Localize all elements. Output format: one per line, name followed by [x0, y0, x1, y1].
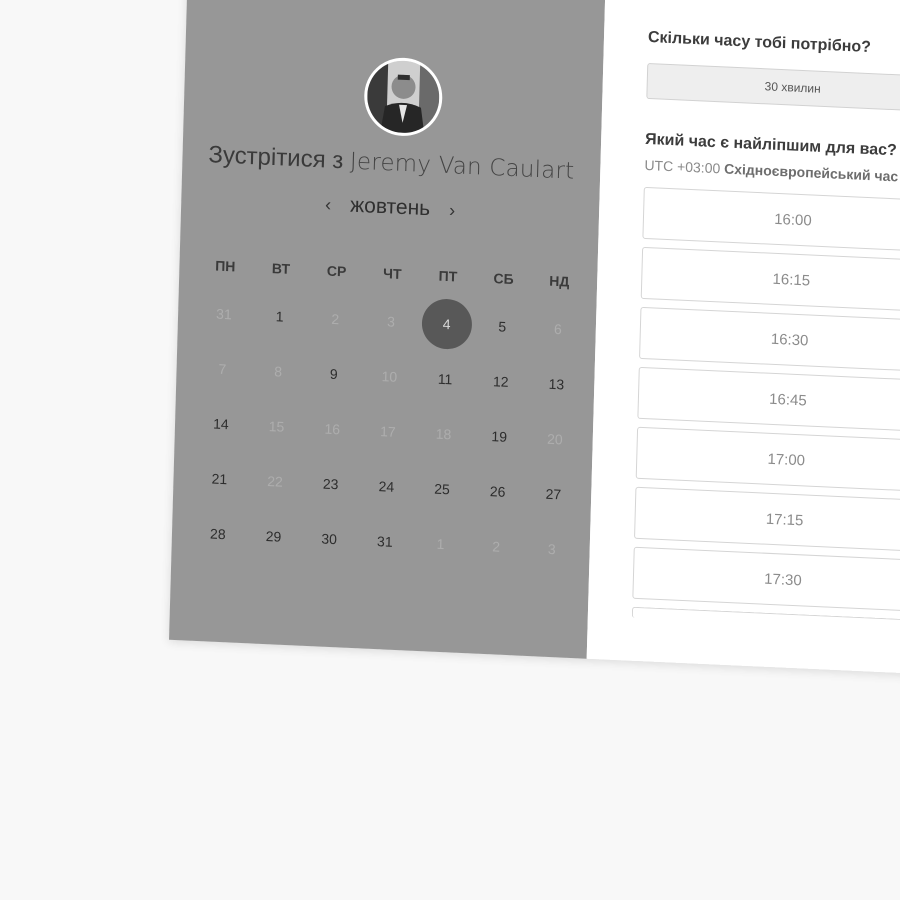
- time-slot-button[interactable]: 17:00: [635, 426, 900, 493]
- calendar-day: 16: [324, 420, 341, 437]
- booking-panel: Скільки часу тобі потрібно? 30 хвилин Як…: [586, 0, 900, 675]
- calendar-panel: Зустрітися з Jeremy Van Caulart ‹ жовтен…: [169, 0, 606, 659]
- calendar-grid: ПН ВТ СР ЧТ ПТ СБ НД 31 1 2 3 4 5 6 7 8 …: [189, 245, 587, 578]
- calendar-day[interactable]: 14: [192, 397, 249, 450]
- time-slot-button[interactable]: 16:15: [640, 246, 900, 313]
- calendar-day: 31: [215, 305, 233, 322]
- weekday-label: СБ: [493, 270, 514, 288]
- duration-question: Скільки часу тобі потрібно?: [647, 28, 872, 57]
- calendar-day: 10: [381, 367, 398, 385]
- calendar-day[interactable]: 12: [472, 355, 529, 408]
- timezone-select[interactable]: UTC +03:00 Східноєвропейський час▼: [644, 157, 900, 185]
- time-slot-button-partial[interactable]: [631, 606, 900, 632]
- host-avatar: [363, 56, 444, 138]
- calendar-day: 18: [435, 425, 452, 442]
- page: Зустрітися з Jeremy Van Caulart ‹ жовтен…: [0, 0, 900, 900]
- calendar-day[interactable]: 21: [191, 452, 248, 505]
- duration-select[interactable]: 30 хвилин: [646, 62, 900, 113]
- booking-card: Зустрітися з Jeremy Van Caulart ‹ жовтен…: [169, 0, 900, 675]
- calendar-day[interactable]: 1: [251, 290, 308, 343]
- calendar-day[interactable]: 25: [414, 462, 471, 515]
- calendar-day: 3: [547, 540, 556, 557]
- calendar-day[interactable]: 5: [474, 300, 531, 353]
- calendar-day: 17: [379, 422, 396, 440]
- time-slot-list: 16:00 16:15 16:30 16:45 17:00 17:15 17:3…: [631, 186, 900, 632]
- chevron-left-icon[interactable]: ‹: [320, 194, 337, 216]
- month-label: жовтень: [349, 193, 431, 221]
- calendar-day[interactable]: 26: [469, 465, 526, 518]
- person-photo-icon: [366, 59, 441, 135]
- calendar-day: 7: [218, 360, 227, 377]
- calendar-day-selected[interactable]: 4: [418, 297, 475, 350]
- weekday-label: ЧТ: [382, 265, 402, 282]
- meet-title: Зустрітися з Jeremy Van Caulart: [182, 140, 600, 187]
- calendar-day[interactable]: 31: [356, 515, 413, 568]
- time-slot-button[interactable]: 16:30: [639, 306, 900, 373]
- timezone-name: Східноєвропейський час: [723, 160, 899, 185]
- calendar-day: 6: [553, 320, 563, 337]
- calendar-day: 2: [492, 537, 501, 555]
- calendar-day: 15: [268, 417, 285, 435]
- calendar-day: 22: [267, 472, 284, 490]
- calendar-day: 3: [386, 312, 396, 330]
- calendar-day[interactable]: 30: [301, 512, 358, 565]
- weekday-label: НД: [549, 272, 570, 290]
- weekday-label: ПН: [215, 257, 236, 275]
- calendar-day[interactable]: 23: [302, 457, 359, 510]
- time-slot-button[interactable]: 16:45: [637, 366, 900, 433]
- calendar-day[interactable]: 19: [471, 410, 528, 463]
- calendar-day[interactable]: 11: [417, 352, 474, 405]
- time-slot-button[interactable]: 17:30: [632, 546, 900, 613]
- meet-title-prefix: Зустрітися з: [208, 141, 344, 175]
- weekday-label: СР: [326, 262, 347, 280]
- time-question: Який час є найліпшим для вас?: [644, 130, 898, 160]
- weekday-label: ВТ: [271, 260, 291, 277]
- chevron-right-icon[interactable]: ›: [444, 199, 461, 221]
- calendar-day: 1: [436, 535, 445, 552]
- weekday-label: ПТ: [438, 267, 458, 285]
- calendar-day: 2: [331, 310, 340, 327]
- calendar-day[interactable]: 29: [245, 510, 302, 563]
- calendar-day[interactable]: 13: [528, 357, 585, 410]
- calendar-day: 8: [273, 362, 283, 380]
- calendar-day: 20: [546, 430, 563, 447]
- calendar-day[interactable]: 24: [358, 460, 415, 513]
- time-slot-button[interactable]: 16:00: [642, 186, 900, 253]
- timezone-offset: UTC +03:00: [644, 156, 721, 177]
- calendar-day[interactable]: 27: [525, 467, 582, 520]
- month-navigation: ‹ жовтень ›: [181, 186, 599, 229]
- calendar-day[interactable]: 9: [305, 347, 362, 400]
- host-name: Jeremy Van Caulart: [349, 148, 575, 185]
- time-slot-button[interactable]: 17:15: [634, 486, 900, 553]
- calendar-day[interactable]: 28: [189, 507, 246, 560]
